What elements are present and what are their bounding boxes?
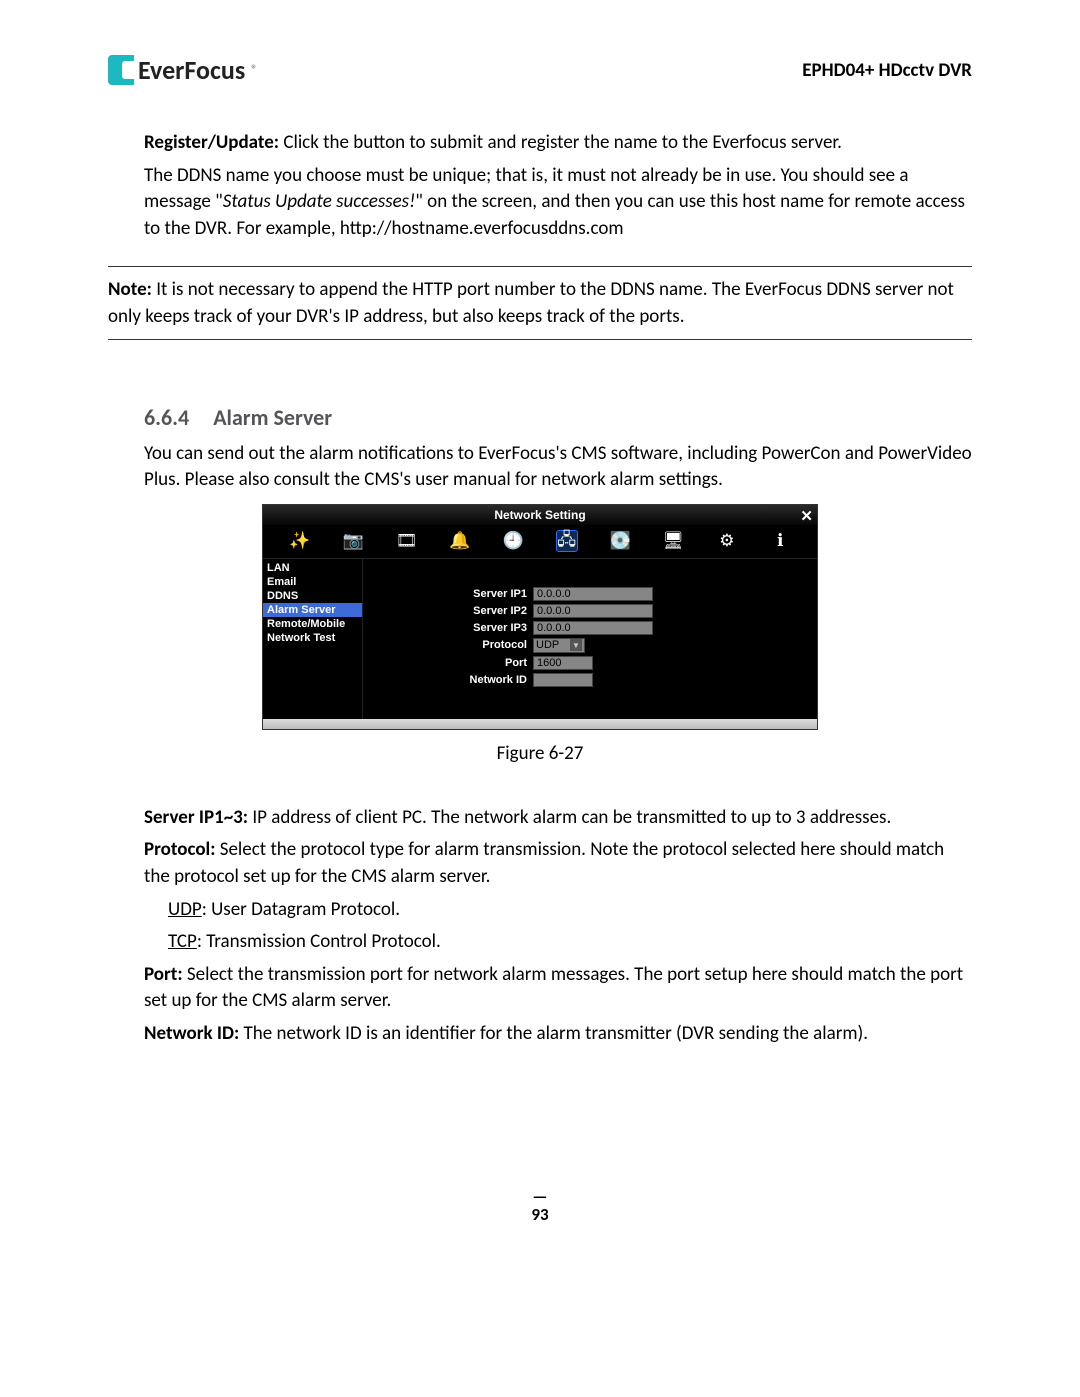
section-number: 6.6.4 [144, 404, 189, 431]
section-title: Alarm Server [213, 404, 332, 431]
def-protocol-text: Select the protocol type for alarm trans… [144, 838, 944, 888]
network-icon[interactable]: 🖧 [556, 530, 578, 552]
dvr-form: Server IP1 0.0.0.0 Server IP2 0.0.0.0 Se… [363, 559, 817, 719]
label-protocol: Protocol [373, 639, 533, 651]
def-tcp-text: : Transmission Control Protocol. [197, 930, 441, 953]
chevron-down-icon: ▼ [570, 639, 582, 651]
section-heading: 6.6.4 Alarm Server [144, 404, 972, 431]
def-port-text: Select the transmission port for network… [144, 963, 963, 1013]
row-network-id: Network ID [373, 673, 807, 687]
def-server-ip: Server IP1~3: IP address of client PC. T… [108, 805, 972, 832]
label-server-ip3: Server IP3 [373, 622, 533, 634]
disk-icon[interactable]: 💽 [609, 530, 631, 552]
def-network-id-label: Network ID: [144, 1022, 239, 1045]
page-header: EverFocus ® EPHD04+ HDcctv DVR [108, 54, 972, 86]
note-label: Note: [108, 278, 152, 301]
camera-icon[interactable]: 📷 [342, 530, 364, 552]
def-tcp-label: TCP [168, 930, 197, 953]
schedule-icon[interactable]: 🕘 [502, 530, 524, 552]
info-icon[interactable]: ℹ [769, 530, 791, 552]
dvr-body: LANEmailDDNSAlarm ServerRemote/MobileNet… [263, 559, 817, 719]
label-server-ip2: Server IP2 [373, 605, 533, 617]
def-protocol: Protocol: Select the protocol type for a… [108, 837, 972, 890]
row-server-ip1: Server IP1 0.0.0.0 [373, 587, 807, 601]
registered-mark: ® [251, 63, 257, 77]
ddns-paragraph: The DDNS name you choose must be unique;… [108, 163, 972, 243]
wizard-icon[interactable]: ✨ [289, 530, 311, 552]
select-protocol-value: UDP [536, 639, 559, 651]
input-port[interactable]: 1600 [533, 656, 593, 670]
def-tcp: TCP: Transmission Control Protocol. [108, 929, 972, 956]
row-protocol: Protocol UDP ▼ [373, 638, 807, 653]
brand-name: EverFocus [138, 54, 245, 86]
def-protocol-label: Protocol: [144, 838, 215, 861]
def-network-id-text: The network ID is an identifier for the … [239, 1022, 868, 1045]
note-box: Note: It is not necessary to append the … [108, 266, 972, 339]
def-udp-label: UDP [168, 898, 202, 921]
input-network-id[interactable] [533, 673, 593, 687]
section-intro: You can send out the alarm notifications… [108, 441, 972, 494]
input-server-ip1[interactable]: 0.0.0.0 [533, 587, 653, 601]
def-port: Port: Select the transmission port for n… [108, 962, 972, 1015]
label-port: Port [373, 657, 533, 669]
record-icon[interactable]: 🎞 [395, 530, 417, 552]
row-port: Port 1600 [373, 656, 807, 670]
row-server-ip2: Server IP2 0.0.0.0 [373, 604, 807, 618]
sidebar-item-ddns[interactable]: DDNS [263, 589, 362, 603]
product-title: EPHD04+ HDcctv DVR [802, 59, 972, 82]
def-udp: UDP: User Datagram Protocol. [108, 897, 972, 924]
sidebar-item-email[interactable]: Email [263, 575, 362, 589]
system-icon[interactable]: ⚙ [716, 530, 738, 552]
label-server-ip1: Server IP1 [373, 588, 533, 600]
label-network-id: Network ID [373, 674, 533, 686]
note-text: It is not necessary to append the HTTP p… [108, 278, 954, 328]
alarm-icon[interactable]: 🔔 [449, 530, 471, 552]
register-paragraph: Register/Update: Click the button to sub… [108, 130, 972, 157]
page-number: —93 [108, 1188, 972, 1225]
def-udp-text: : User Datagram Protocol. [202, 898, 400, 921]
def-server-ip-text: IP address of client PC. The network ala… [248, 806, 891, 829]
def-server-ip-label: Server IP1~3: [144, 806, 248, 829]
sidebar-item-lan[interactable]: LAN [263, 561, 362, 575]
def-network-id: Network ID: The network ID is an identif… [108, 1021, 972, 1048]
input-server-ip3[interactable]: 0.0.0.0 [533, 621, 653, 635]
logo-icon [108, 55, 134, 85]
dvr-bottom-bar [263, 719, 817, 729]
dvr-window: Network Setting ✕ ✨ 📷 🎞 🔔 🕘 🖧 💽 🖥 ⚙ ℹ LANEmailDDN… [262, 504, 818, 730]
dvr-window-title: Network Setting [494, 508, 585, 522]
page-number-value: 93 [531, 1204, 548, 1225]
display-icon[interactable]: 🖥 [662, 530, 684, 552]
dvr-toolbar: ✨ 📷 🎞 🔔 🕘 🖧 💽 🖥 ⚙ ℹ [263, 525, 817, 559]
ddns-status-msg: Status Update successes! [223, 190, 416, 213]
brand-logo: EverFocus ® [108, 54, 257, 86]
def-port-label: Port: [144, 963, 183, 986]
select-protocol[interactable]: UDP ▼ [533, 638, 585, 653]
figure-alarm-server: Network Setting ✕ ✨ 📷 🎞 🔔 🕘 🖧 💽 🖥 ⚙ ℹ LANEmailDDN… [108, 504, 972, 765]
input-server-ip2[interactable]: 0.0.0.0 [533, 604, 653, 618]
close-icon[interactable]: ✕ [800, 507, 813, 525]
sidebar-item-network-test[interactable]: Network Test [263, 631, 362, 645]
dvr-titlebar: Network Setting ✕ [263, 505, 817, 525]
sidebar-item-alarm-server[interactable]: Alarm Server [263, 603, 362, 617]
row-server-ip3: Server IP3 0.0.0.0 [373, 621, 807, 635]
dvr-sidebar: LANEmailDDNSAlarm ServerRemote/MobileNet… [263, 559, 363, 719]
register-text: Click the button to submit and register … [279, 131, 842, 154]
register-label: Register/Update: [144, 131, 279, 154]
figure-caption: Figure 6-27 [108, 742, 972, 765]
sidebar-item-remote-mobile[interactable]: Remote/Mobile [263, 617, 362, 631]
